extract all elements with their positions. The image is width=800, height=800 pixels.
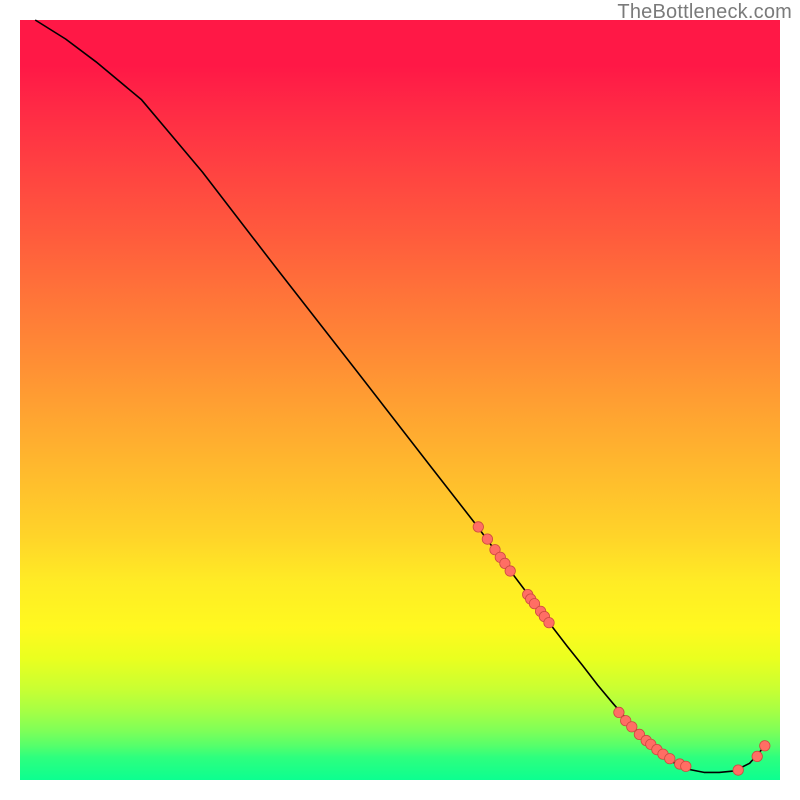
data-point (544, 618, 554, 628)
data-point (752, 751, 762, 761)
data-point (760, 741, 770, 751)
data-point (482, 534, 492, 544)
data-point (665, 754, 675, 764)
data-point (614, 707, 624, 717)
data-point (473, 522, 483, 532)
data-point (505, 566, 515, 576)
data-point (627, 722, 637, 732)
chart-svg (20, 20, 780, 780)
data-point (733, 765, 743, 775)
chart-area (20, 20, 780, 780)
curve-line (35, 20, 765, 772)
data-point (681, 761, 691, 771)
curve-markers (473, 522, 770, 776)
